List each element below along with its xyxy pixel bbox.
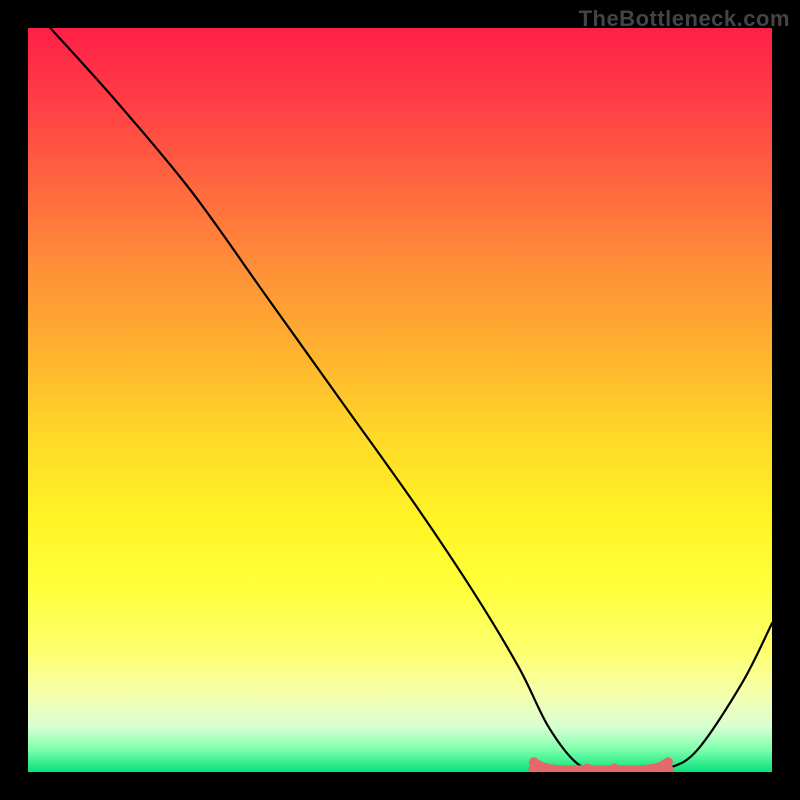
highlight-dot xyxy=(609,764,620,772)
chart-svg xyxy=(28,28,772,772)
watermark-label: TheBottleneck.com xyxy=(579,6,790,32)
highlight-band xyxy=(534,762,668,770)
series-group xyxy=(50,28,772,772)
bottleneck-curve xyxy=(50,28,772,772)
plot-area xyxy=(28,28,772,772)
highlight-dot xyxy=(582,764,593,772)
chart-frame: TheBottleneck.com xyxy=(0,0,800,800)
